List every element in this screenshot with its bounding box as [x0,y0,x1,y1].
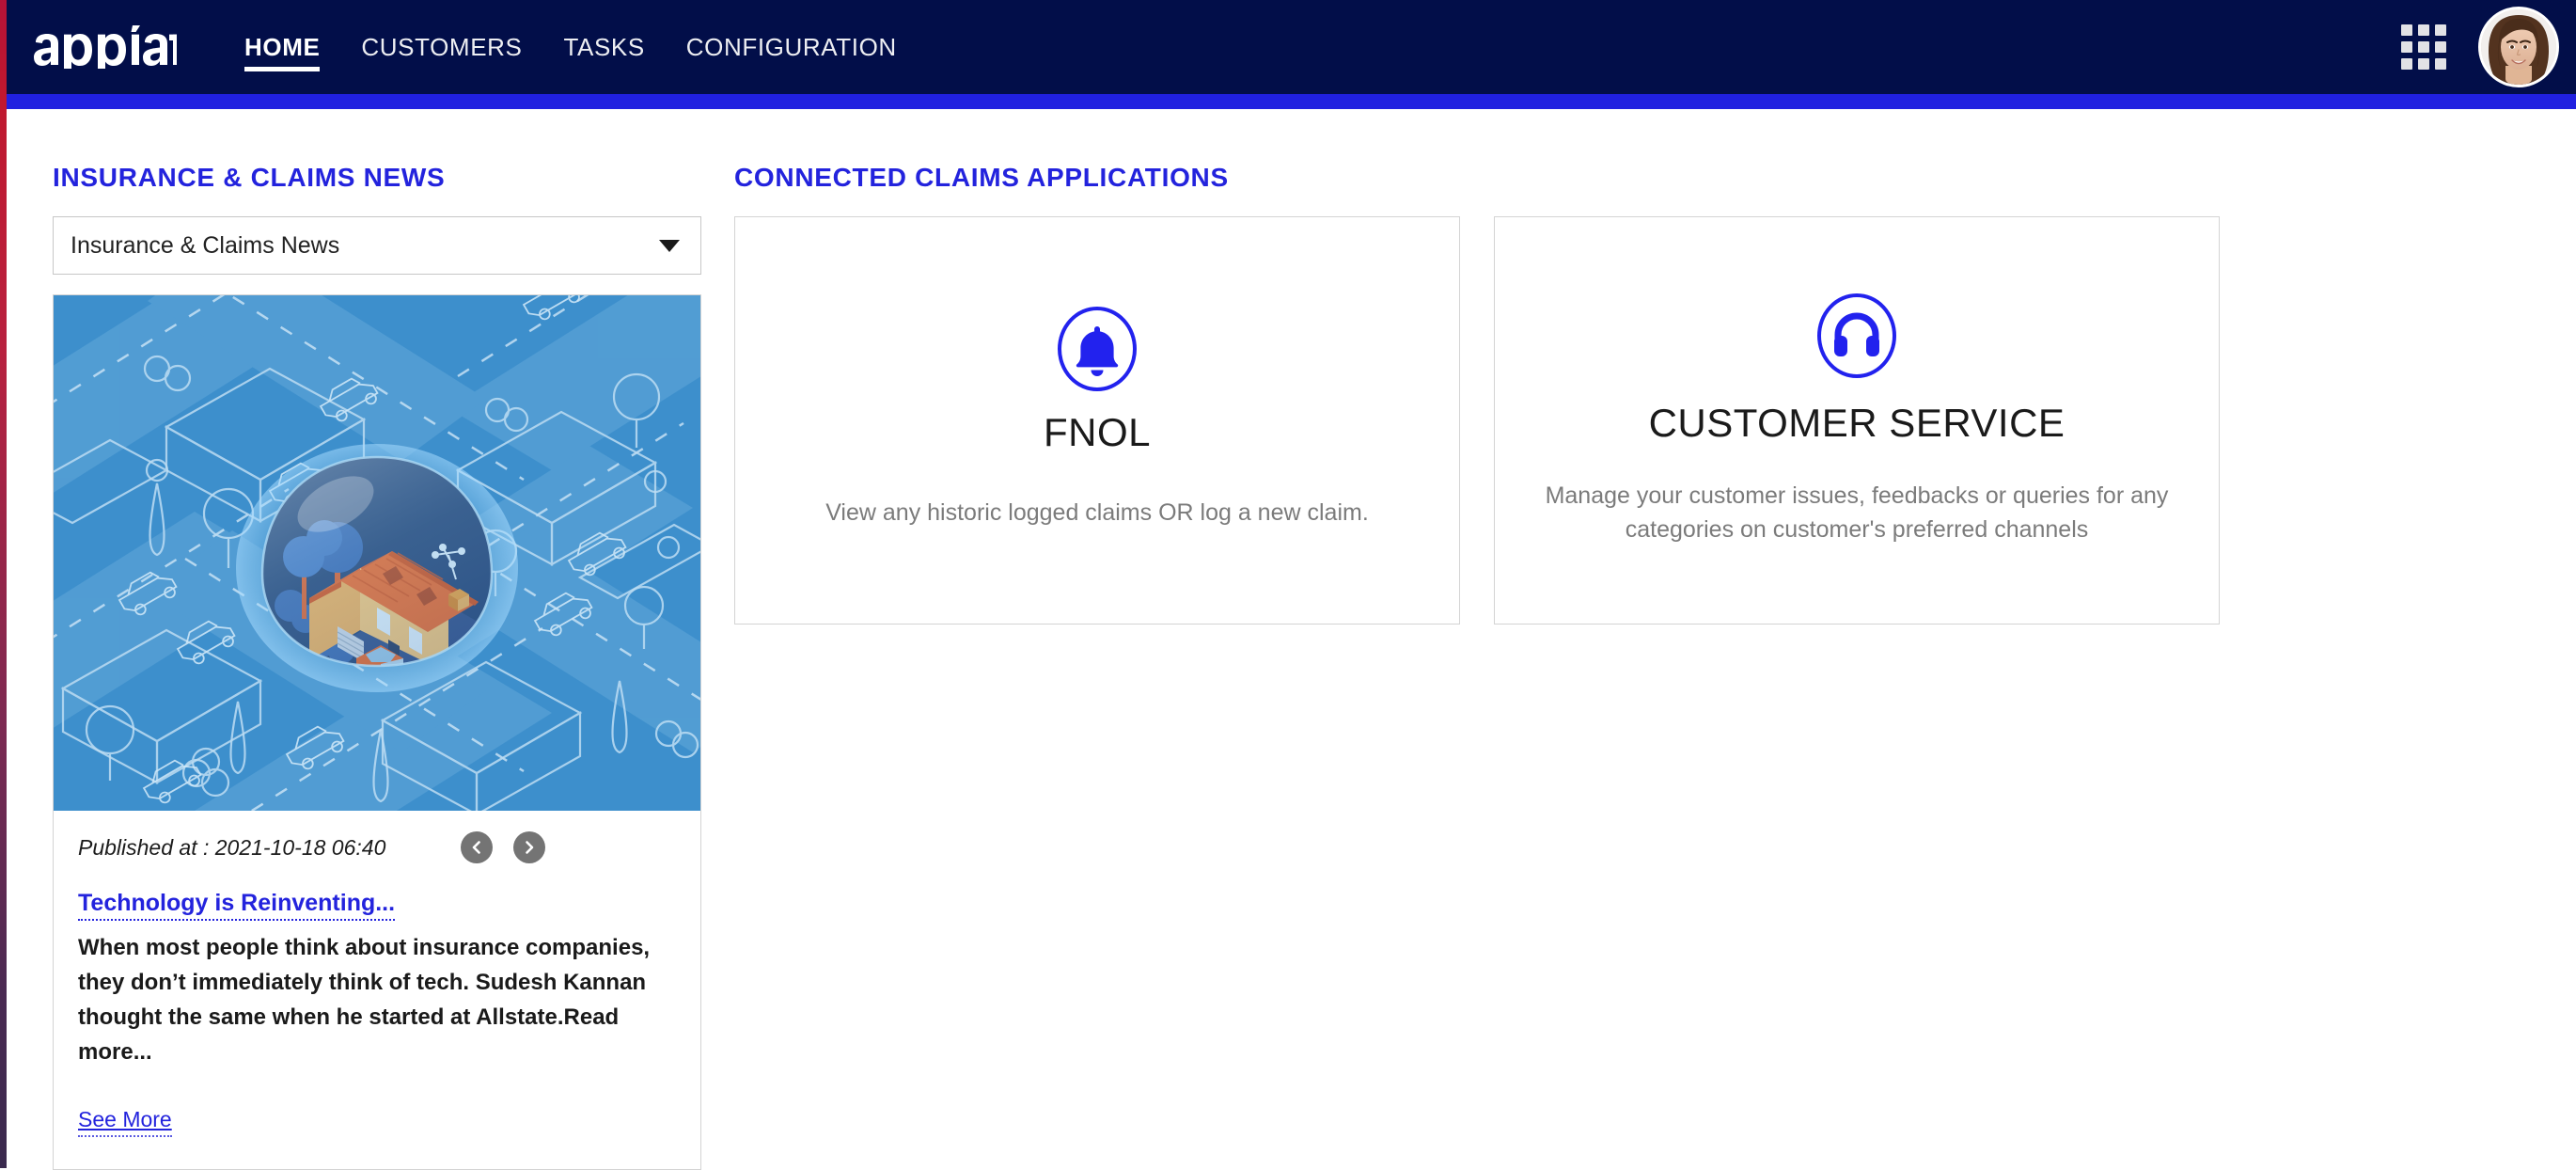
headset-icon [1812,291,1902,381]
apps-grid-icon[interactable] [2401,24,2446,70]
appian-logo[interactable] [34,21,184,73]
nav-item-customers[interactable]: CUSTOMERS [340,0,542,94]
news-source-select[interactable]: Insurance & Claims News [53,216,701,275]
news-section-heading: INSURANCE & CLAIMS NEWS [53,163,446,192]
news-illustration [54,295,700,811]
appian-wordmark-icon [34,25,177,69]
news-card: Published at : 2021-10-18 06:40 Technolo… [53,294,701,1170]
grid-dot [2401,24,2412,36]
app-card-customer-service[interactable]: CUSTOMER SERVICE Manage your customer is… [1494,216,2220,625]
chevron-right-icon [526,841,534,854]
insurance-claims-news-section: INSURANCE & CLAIMS NEWS Insurance & Clai… [53,163,701,1170]
grid-dot [2418,24,2429,36]
news-published-date: Published at : 2021-10-18 06:40 [78,834,386,860]
news-source-value: Insurance & Claims News [71,231,340,259]
grid-dot [2401,41,2412,53]
page-body: INSURANCE & CLAIMS NEWS Insurance & Clai… [0,109,2576,1170]
headset-circle-icon [1817,293,1896,378]
news-carousel-controls [461,831,546,863]
carousel-prev-button[interactable] [461,831,494,863]
app-card-title: CUSTOMER SERVICE [1648,401,2066,445]
nav-accent-bar [0,94,2576,109]
top-navigation-bar: HOME CUSTOMERS TASKS CONFIGURATION [0,0,2576,94]
avatar-photo-icon [2481,9,2556,85]
left-accent-strip [0,0,7,1168]
grid-dot [2435,24,2446,36]
applications-section-heading: CONNECTED CLAIMS APPLICATIONS [734,163,1229,192]
applications-cards-row: FNOL View any historic logged claims OR … [734,216,2220,625]
news-meta-row: Published at : 2021-10-18 06:40 [78,831,676,863]
nav-item-configuration[interactable]: CONFIGURATION [666,0,918,94]
grid-dot [2401,58,2412,70]
bell-circle-icon [1058,307,1137,391]
connected-claims-applications-section: CONNECTED CLAIMS APPLICATIONS FNOL View … [734,163,2220,625]
see-more-link[interactable]: See More [78,1107,172,1138]
nav-right-group [2401,7,2576,87]
user-avatar[interactable] [2478,7,2559,87]
chevron-down-icon [659,239,680,252]
news-article-excerpt: When most people think about insurance c… [78,934,651,1066]
carousel-next-button[interactable] [513,831,546,863]
bell-icon [1052,304,1142,394]
isometric-neighborhood-icon [54,295,700,811]
chevron-left-icon [473,841,481,854]
news-article-title-link[interactable]: Technology is Reinventing... [78,888,396,921]
grid-dot [2435,41,2446,53]
app-card-description: Manage your customer issues, feedbacks o… [1545,482,2169,544]
app-card-title: FNOL [1043,410,1151,454]
nav-item-tasks[interactable]: TASKS [542,0,665,94]
nav-item-home[interactable]: HOME [224,0,340,94]
grid-dot [2435,58,2446,70]
grid-dot [2418,58,2429,70]
nav-links: HOME CUSTOMERS TASKS CONFIGURATION [224,0,918,94]
grid-dot [2418,41,2429,53]
app-card-description: View any historic logged claims OR log a… [825,499,1369,527]
news-card-body: Published at : 2021-10-18 06:40 Technolo… [54,811,700,1169]
app-card-fnol[interactable]: FNOL View any historic logged claims OR … [734,216,1460,625]
